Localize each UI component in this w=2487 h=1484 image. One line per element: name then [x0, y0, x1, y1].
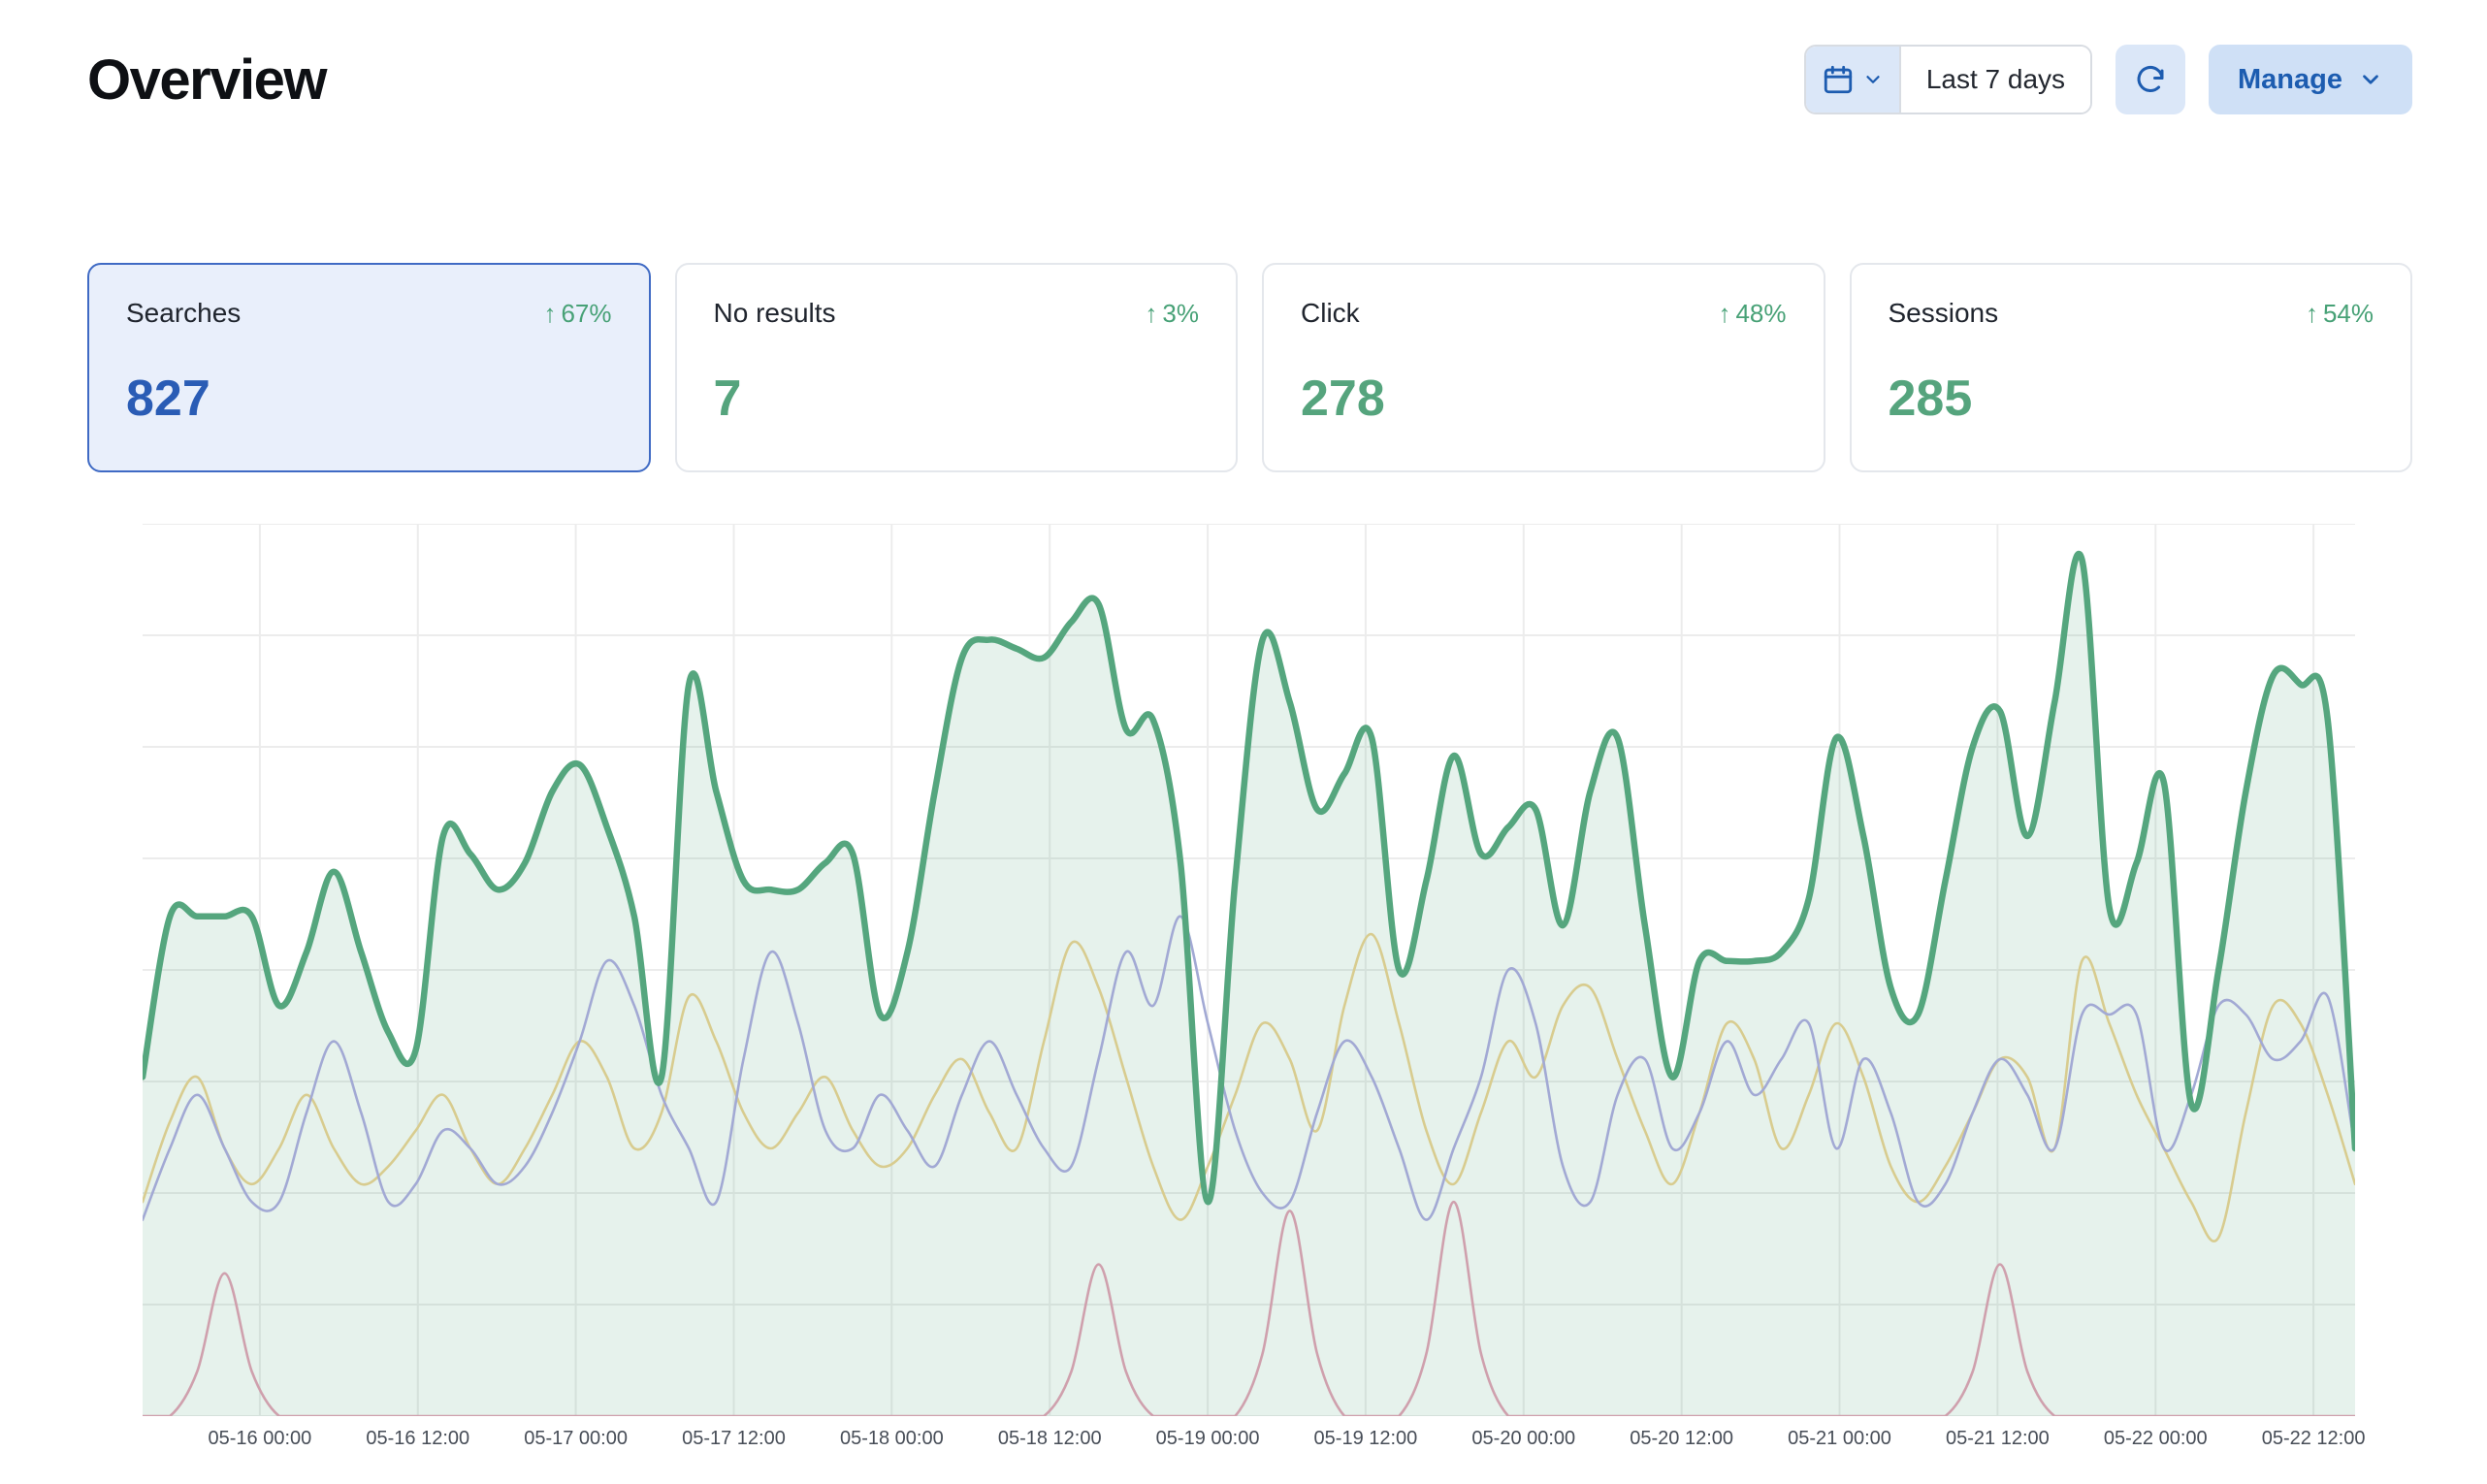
x-axis-label: 05-20 00:00: [1471, 1428, 1575, 1450]
chart-plot[interactable]: [143, 524, 2355, 1416]
trend-up-icon: ↑: [1145, 299, 1157, 329]
chart-canvas: [143, 524, 2355, 1416]
manage-button[interactable]: Manage: [2209, 45, 2412, 114]
stat-card-no-results[interactable]: No results ↑3% 7: [675, 263, 1239, 472]
stat-change-value: 54%: [2323, 299, 2374, 329]
stat-card-searches[interactable]: Searches ↑67% 827: [87, 263, 651, 472]
stat-card-sessions[interactable]: Sessions ↑54% 285: [1850, 263, 2413, 472]
stat-card-click[interactable]: Click ↑48% 278: [1262, 263, 1825, 472]
stat-cards: Searches ↑67% 827 No results ↑3% 7 Click…: [87, 263, 2412, 472]
x-axis-label: 05-16 12:00: [366, 1428, 469, 1450]
stat-value: 827: [126, 370, 612, 428]
stat-label: Sessions: [1889, 298, 1999, 329]
stat-change-value: 48%: [1735, 299, 1786, 329]
date-range-label: Last 7 days: [1926, 64, 2065, 95]
x-axis-label: 05-18 00:00: [840, 1428, 944, 1450]
trend-up-icon: ↑: [1718, 299, 1730, 329]
calendar-button[interactable]: [1806, 47, 1901, 113]
stat-value: 7: [714, 370, 1200, 428]
overview-page: Overview Last 7 days: [0, 0, 2487, 1484]
trend-up-icon: ↑: [2306, 299, 2318, 329]
refresh-button[interactable]: [2116, 45, 2185, 114]
x-axis-label: 05-21 12:00: [1946, 1428, 2050, 1450]
refresh-icon: [2133, 62, 2168, 97]
chevron-down-icon: [1862, 69, 1884, 90]
stat-label: Searches: [126, 298, 241, 329]
stat-value: 285: [1889, 370, 2374, 428]
stat-label: No results: [714, 298, 836, 329]
header: Overview Last 7 days: [87, 45, 2412, 114]
x-axis-label: 05-19 00:00: [1156, 1428, 1260, 1450]
stat-value: 278: [1301, 370, 1787, 428]
x-axis-label: 05-20 12:00: [1630, 1428, 1733, 1450]
x-axis-label: 05-16 00:00: [209, 1428, 312, 1450]
x-axis: 05-16 00:00 05-16 12:00 05-17 00:00 05-17 1…: [143, 1428, 2355, 1463]
date-range-button[interactable]: Last 7 days: [1901, 47, 2090, 113]
chevron-down-icon: [2358, 67, 2383, 92]
stat-change-value: 3%: [1162, 299, 1199, 329]
stat-change-value: 67%: [561, 299, 611, 329]
date-range-control: Last 7 days: [1804, 45, 2092, 114]
x-axis-label: 05-17 12:00: [682, 1428, 786, 1450]
manage-label: Manage: [2238, 64, 2342, 96]
x-axis-label: 05-22 12:00: [2262, 1428, 2366, 1450]
stat-change: ↑3%: [1145, 299, 1199, 329]
calendar-icon: [1822, 63, 1855, 96]
toolbar: Last 7 days Manage: [1804, 45, 2412, 114]
x-axis-label: 05-19 12:00: [1314, 1428, 1418, 1450]
x-axis-label: 05-21 00:00: [1788, 1428, 1891, 1450]
stat-change: ↑67%: [543, 299, 611, 329]
chart-section: 05-16 00:00 05-16 12:00 05-17 00:00 05-17 1…: [143, 524, 2355, 1463]
series-searches-area: [143, 554, 2355, 1416]
stat-change: ↑48%: [1718, 299, 1786, 329]
trend-up-icon: ↑: [543, 299, 556, 329]
x-axis-label: 05-22 00:00: [2104, 1428, 2208, 1450]
page-title: Overview: [87, 48, 326, 113]
x-axis-label: 05-18 12:00: [998, 1428, 1102, 1450]
stat-label: Click: [1301, 298, 1360, 329]
stat-change: ↑54%: [2306, 299, 2374, 329]
x-axis-label: 05-17 00:00: [524, 1428, 628, 1450]
